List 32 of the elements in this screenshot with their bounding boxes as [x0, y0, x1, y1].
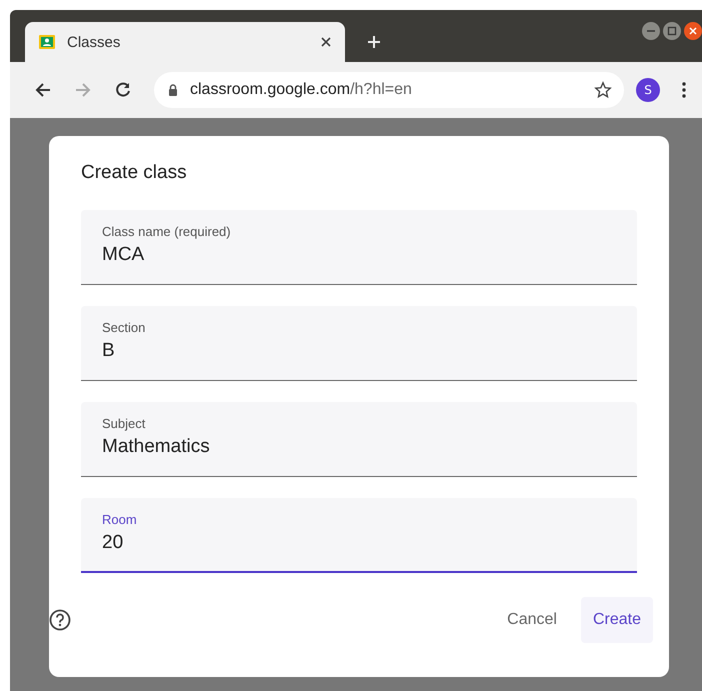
browser-tab[interactable]: Classes — [25, 22, 345, 62]
tab-title: Classes — [67, 34, 122, 50]
maximize-icon[interactable] — [663, 22, 681, 40]
menu-icon[interactable] — [682, 82, 686, 98]
lock-icon — [168, 84, 178, 96]
field-value: B — [102, 340, 116, 362]
text-field[interactable]: Subject Mathematics — [81, 402, 637, 477]
dialog-title: Create class — [81, 162, 188, 184]
back-icon[interactable] — [34, 81, 52, 99]
reload-icon[interactable] — [114, 81, 132, 99]
field-value: 20 — [102, 532, 124, 554]
star-icon[interactable] — [594, 81, 612, 99]
field-label: Class name (required) — [102, 224, 232, 239]
field-value: MCA — [102, 244, 146, 266]
close-icon[interactable] — [321, 37, 331, 47]
text-field[interactable]: Class name (required) MCA — [81, 210, 637, 285]
new-tab-icon[interactable] — [367, 35, 381, 49]
cancel-button[interactable]: Cancel — [495, 597, 569, 643]
text-field[interactable]: Room 20 — [81, 498, 637, 573]
create-button[interactable]: Create — [580, 597, 653, 643]
classroom-icon — [39, 34, 55, 50]
help-icon[interactable] — [49, 609, 71, 631]
minimize-icon[interactable] — [642, 22, 660, 40]
profile-avatar[interactable]: S — [636, 78, 660, 102]
url-text: classroom.google.com/h?hl=en — [190, 81, 413, 99]
field-label: Room — [102, 512, 138, 527]
text-field[interactable]: Section B — [81, 306, 637, 381]
close-window-icon[interactable] — [684, 22, 702, 40]
field-label: Section — [102, 320, 146, 335]
field-label: Subject — [102, 416, 146, 431]
field-value: Mathematics — [102, 436, 211, 458]
address-bar[interactable]: classroom.google.com/h?hl=en — [154, 72, 624, 108]
